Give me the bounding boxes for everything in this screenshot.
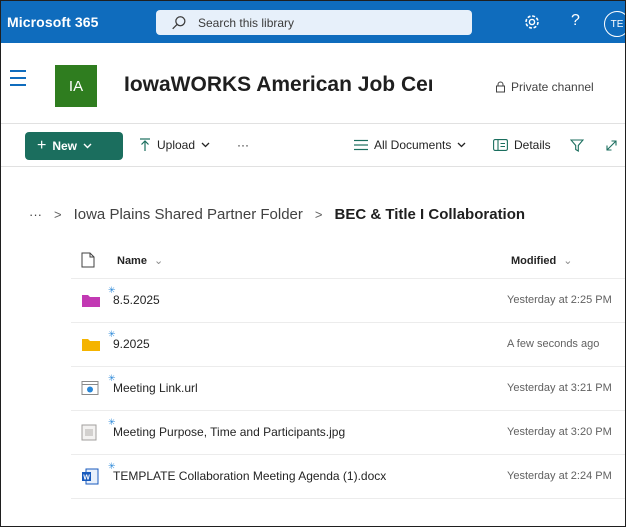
upload-button[interactable]: Upload: [139, 138, 210, 152]
site-logo[interactable]: IA: [55, 65, 97, 107]
new-label: New: [52, 139, 78, 153]
expand-icon[interactable]: [605, 139, 618, 152]
breadcrumb-parent-link[interactable]: Iowa Plains Shared Partner Folder: [74, 206, 303, 223]
help-icon[interactable]: ?: [571, 12, 580, 30]
word-document-icon: W: [82, 468, 99, 485]
list-item[interactable]: ✳ 8.5.2025 Yesterday at 2:25 PM: [71, 279, 625, 323]
private-channel-text: Private channel: [511, 80, 594, 94]
settings-gear-icon[interactable]: [522, 12, 542, 32]
search-placeholder: Search this library: [198, 15, 295, 30]
breadcrumb-current: BEC & Title I Collaboration: [334, 206, 526, 223]
chevron-down-icon: [83, 143, 92, 149]
suite-bar: Microsoft 365 Search this library ? TE: [1, 1, 625, 43]
file-modified: Yesterday at 3:20 PM: [507, 426, 612, 438]
chevron-right-icon: >: [314, 207, 323, 222]
view-switcher[interactable]: All Documents: [354, 138, 466, 152]
file-name[interactable]: Meeting Purpose, Time and Participants.j…: [113, 425, 345, 439]
more-commands-button[interactable]: ···: [237, 138, 249, 152]
chevron-down-icon: [457, 142, 466, 148]
file-name[interactable]: 9.2025: [113, 337, 150, 351]
user-avatar[interactable]: TE: [604, 11, 625, 37]
command-bar: + New Upload ··· All Documents Details: [1, 123, 625, 167]
folder-icon: [82, 339, 100, 351]
file-name[interactable]: Meeting Link.url: [113, 381, 198, 395]
sharepoint-window: Microsoft 365 Search this library ? TE I…: [0, 0, 626, 527]
list-view-icon: [354, 139, 368, 151]
details-button[interactable]: Details: [493, 138, 551, 152]
private-channel-label: Private channel: [495, 80, 594, 94]
view-label: All Documents: [374, 138, 452, 152]
file-modified: A few seconds ago: [507, 338, 600, 350]
hamburger-menu-icon[interactable]: [10, 70, 26, 91]
file-modified: Yesterday at 2:24 PM: [507, 470, 612, 482]
file-modified: Yesterday at 3:21 PM: [507, 382, 612, 394]
file-name[interactable]: TEMPLATE Collaboration Meeting Agenda (1…: [113, 469, 386, 483]
list-item[interactable]: W ✳ TEMPLATE Collaboration Meeting Agend…: [71, 455, 625, 499]
upload-label: Upload: [157, 138, 196, 152]
image-file-icon: [81, 424, 97, 441]
new-button[interactable]: + New: [25, 132, 123, 160]
chevron-down-icon: ⌄: [563, 255, 573, 267]
file-name[interactable]: 8.5.2025: [113, 293, 160, 307]
breadcrumb: ··· > Iowa Plains Shared Partner Folder …: [29, 206, 525, 223]
list-header-row: Name ⌄ Modified ⌄: [71, 245, 625, 279]
list-item[interactable]: ✳ Meeting Link.url Yesterday at 3:21 PM: [71, 367, 625, 411]
app-launcher-brand[interactable]: Microsoft 365: [7, 14, 99, 30]
column-name-label: Name: [117, 255, 147, 267]
site-title[interactable]: IowaWORKS American Job Cer: [124, 73, 432, 97]
svg-text:W: W: [83, 474, 90, 481]
plus-icon: +: [37, 137, 47, 154]
chevron-right-icon: >: [54, 207, 62, 222]
upload-arrow-icon: [140, 138, 150, 151]
lock-icon: [496, 81, 505, 93]
list-item[interactable]: ✳ Meeting Purpose, Time and Participants…: [71, 411, 625, 455]
file-type-header-icon[interactable]: [81, 252, 95, 268]
filter-icon[interactable]: [570, 139, 584, 152]
file-modified: Yesterday at 2:25 PM: [507, 294, 612, 306]
column-modified-label: Modified: [511, 255, 557, 267]
chevron-down-icon: [201, 142, 210, 148]
column-header-name[interactable]: Name ⌄: [117, 254, 163, 267]
url-link-file-icon: [81, 381, 99, 395]
more-icon: ···: [237, 138, 249, 152]
list-item[interactable]: ✳ 9.2025 A few seconds ago: [71, 323, 625, 367]
details-pane-icon: [493, 139, 508, 151]
breadcrumb-overflow-button[interactable]: ···: [29, 207, 42, 222]
search-icon: [172, 15, 186, 29]
column-header-modified[interactable]: Modified ⌄: [511, 254, 573, 267]
folder-icon: [82, 295, 100, 307]
details-label: Details: [514, 138, 551, 152]
chevron-down-icon: ⌄: [154, 255, 164, 267]
search-box[interactable]: Search this library: [156, 10, 472, 35]
